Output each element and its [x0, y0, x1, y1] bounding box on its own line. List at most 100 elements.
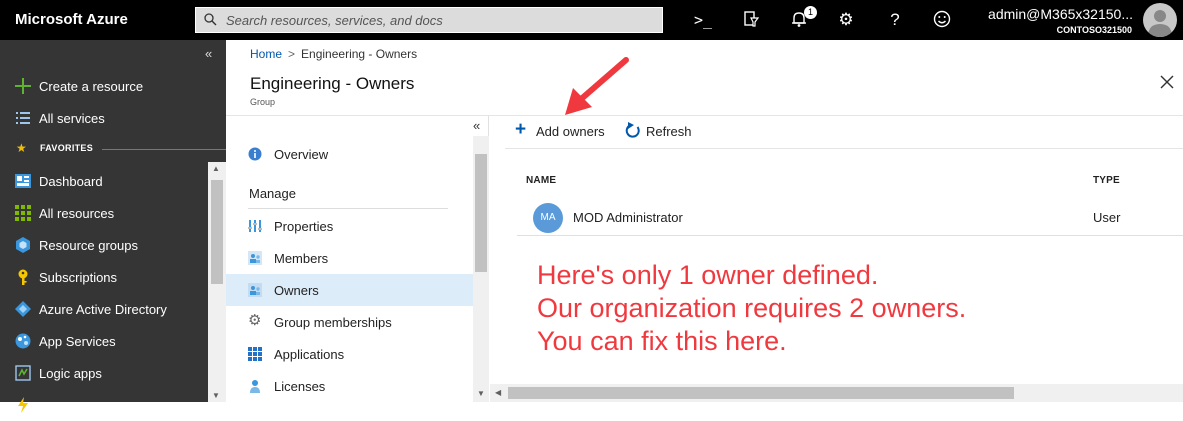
table-row[interactable]: MA MOD Administrator User — [517, 201, 1183, 236]
properties-icon — [248, 220, 262, 232]
breadcrumb-home-link[interactable]: Home — [250, 47, 282, 61]
refresh-label: Refresh — [646, 124, 692, 139]
settings-icon[interactable]: ⚙ — [836, 10, 856, 30]
gear-icon: ⚙ — [248, 312, 262, 329]
resource-groups-icon — [16, 237, 30, 253]
scroll-up-arrow-icon[interactable]: ▲ — [212, 164, 220, 173]
content-horizontal-scrollbar[interactable]: ◀ — [490, 384, 1183, 402]
breadcrumb-current: Engineering - Owners — [301, 47, 418, 61]
dashboard-icon — [15, 174, 31, 188]
toolbar-divider — [505, 148, 1183, 149]
nav-all-services[interactable]: All services — [0, 102, 208, 134]
breadcrumb: Home > Engineering - Owners — [250, 47, 417, 61]
feedback-smiley-icon[interactable] — [932, 10, 952, 30]
scroll-left-arrow-icon[interactable]: ◀ — [495, 388, 501, 397]
column-header-type[interactable]: TYPE — [1093, 175, 1120, 186]
nav-all-resources[interactable]: All resources — [0, 197, 208, 229]
nav-subscriptions[interactable]: Subscriptions — [0, 261, 208, 293]
annotation-line: You can fix this here. — [537, 326, 787, 356]
collapse-menu-button[interactable]: « — [473, 118, 480, 133]
menu-scroll-thumb[interactable] — [475, 154, 487, 272]
menu-item-label: Properties — [274, 219, 334, 234]
menu-item-owners[interactable]: Owners — [226, 274, 473, 306]
refresh-button[interactable]: Refresh — [625, 121, 695, 141]
nav-label: Subscriptions — [39, 270, 118, 285]
account-avatar[interactable] — [1143, 3, 1177, 37]
nav-dashboard[interactable]: Dashboard — [0, 165, 208, 197]
menu-item-applications[interactable]: Applications — [226, 338, 473, 370]
portal-brand[interactable]: Microsoft Azure — [15, 11, 128, 28]
global-search-input[interactable]: Search resources, services, and docs — [195, 7, 663, 33]
licenses-icon — [250, 380, 260, 393]
nav-label: Logic apps — [39, 366, 102, 381]
account-tenant: CONTOSO321500 — [1056, 25, 1132, 35]
list-icon — [16, 112, 30, 124]
search-placeholder: Search resources, services, and docs — [226, 13, 443, 28]
nav-label: Resource groups — [39, 238, 138, 253]
members-icon — [248, 251, 262, 265]
scroll-down-arrow-icon[interactable]: ▼ — [212, 391, 220, 400]
left-navigation: « Create a resource All services ★ FAVOR… — [0, 40, 226, 413]
annotation-line: Here's only 1 owner defined. — [537, 260, 879, 290]
nav-resource-groups[interactable]: Resource groups — [0, 229, 208, 261]
nav-scroll-thumb[interactable] — [211, 180, 223, 284]
help-icon[interactable]: ? — [885, 10, 905, 30]
close-blade-button[interactable] — [1160, 73, 1174, 94]
all-resources-icon — [15, 205, 31, 221]
menu-item-label: Overview — [274, 147, 329, 162]
menu-item-label: Licenses — [274, 379, 326, 394]
nav-label: Azure Active Directory — [39, 302, 167, 317]
cloud-shell-icon[interactable]: >_ — [693, 10, 713, 30]
nav-next-item-partial[interactable] — [0, 389, 208, 421]
applications-icon — [248, 347, 262, 361]
resource-menu: « Overview Manage Properties Members Own… — [226, 116, 489, 402]
nav-label: All services — [39, 111, 105, 126]
nav-scrollbar[interactable]: ▲ ▼ — [208, 162, 226, 402]
nav-label: Create a resource — [39, 79, 144, 94]
favorites-header: ★ FAVORITES — [0, 141, 226, 157]
menu-item-group-memberships[interactable]: ⚙ Group memberships — [226, 306, 473, 338]
nav-app-services[interactable]: App Services — [0, 325, 208, 357]
add-owners-label: Add owners — [536, 124, 605, 139]
azure-ad-icon — [15, 301, 31, 317]
horizontal-scroll-thumb[interactable] — [508, 387, 1014, 399]
menu-item-label: Group memberships — [274, 315, 392, 330]
nav-create-resource[interactable]: Create a resource — [0, 70, 208, 102]
owners-icon — [248, 283, 262, 297]
logic-apps-icon — [15, 365, 31, 381]
info-icon — [248, 147, 262, 161]
page-subtitle: Group — [250, 97, 276, 107]
nav-logic-apps[interactable]: Logic apps — [0, 357, 208, 389]
nav-label: App Services — [39, 334, 116, 349]
column-header-name[interactable]: NAME — [526, 175, 556, 186]
refresh-icon — [625, 122, 640, 138]
star-icon: ★ — [16, 141, 27, 155]
menu-item-licenses[interactable]: Licenses — [226, 370, 473, 402]
annotation-callout: Here's only 1 owner defined. Our organiz… — [537, 259, 1097, 358]
owner-name[interactable]: MOD Administrator — [573, 210, 683, 225]
plus-icon: + — [515, 119, 527, 140]
menu-item-label: Applications — [274, 347, 345, 362]
menu-scrollbar[interactable]: ▼ — [473, 136, 489, 402]
menu-item-label: Owners — [274, 283, 319, 298]
add-owners-button[interactable]: + Add owners — [515, 119, 610, 141]
collapse-nav-button[interactable]: « — [205, 46, 212, 61]
menu-item-label: Members — [274, 251, 329, 266]
search-icon — [204, 13, 217, 26]
favorites-divider — [102, 149, 226, 150]
plus-icon — [15, 78, 31, 94]
owner-avatar: MA — [533, 203, 563, 233]
menu-item-properties[interactable]: Properties — [226, 210, 473, 242]
annotation-line: Our organization requires 2 owners. — [537, 293, 967, 323]
close-icon — [1160, 75, 1174, 89]
account-name[interactable]: admin@M365x32150... — [988, 6, 1133, 22]
menu-item-overview[interactable]: Overview — [226, 138, 473, 170]
menu-section-divider — [248, 208, 448, 209]
subscriptions-key-icon — [18, 269, 28, 285]
directory-filter-icon[interactable] — [741, 10, 761, 30]
user-silhouette-icon — [1148, 10, 1172, 37]
menu-section-manage: Manage — [249, 186, 296, 201]
scroll-down-arrow-icon[interactable]: ▼ — [477, 389, 485, 398]
menu-item-members[interactable]: Members — [226, 242, 473, 274]
nav-azure-active-directory[interactable]: Azure Active Directory — [0, 293, 208, 325]
